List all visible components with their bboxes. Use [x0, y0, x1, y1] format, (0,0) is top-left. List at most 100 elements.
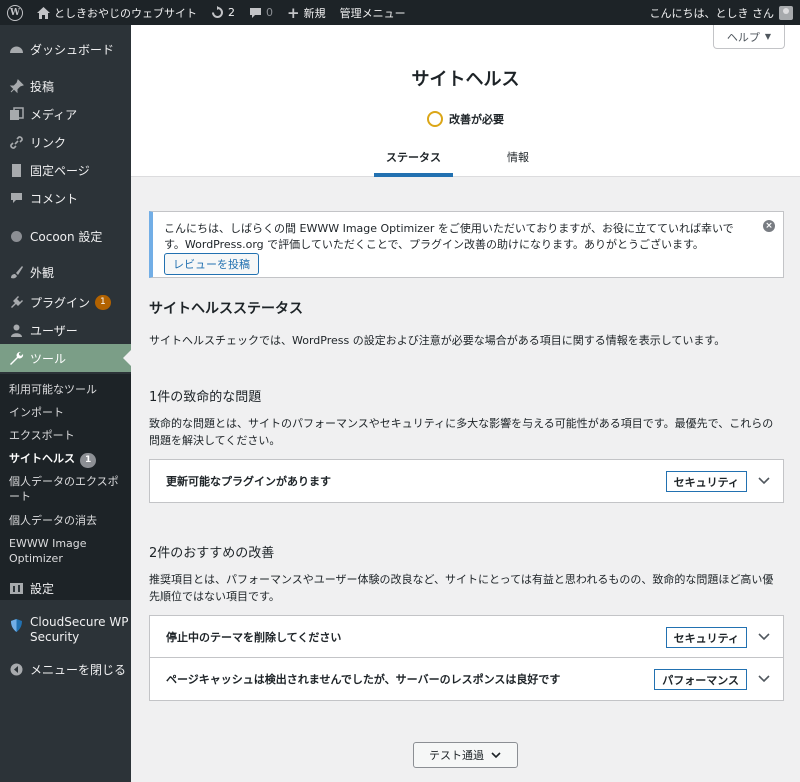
submenu-site-health[interactable]: サイトヘルス 1 — [9, 451, 127, 468]
media-icon — [8, 106, 24, 122]
passed-tests-button[interactable]: テスト通過 — [413, 742, 518, 768]
issue-row[interactable]: ページキャッシュは検出されませんでしたが、サーバーのレスポンスは良好です パフォ… — [150, 658, 783, 700]
site-health-header: ヘルプ ▼ サイトヘルス 改善が必要 ステータス 情報 — [131, 25, 800, 177]
status-label: 改善が必要 — [449, 113, 504, 126]
section-description: サイトヘルスチェックでは、WordPress の設定および注意が必要な場合がある… — [149, 334, 726, 347]
issue-badge: セキュリティ — [665, 471, 747, 492]
admin-bar: W としきおやじのウェブサイト 2 0 + 新規 管理メニュー こんにちは、とし… — [0, 0, 800, 25]
site-name: としきおやじのウェブサイト — [54, 6, 197, 20]
sidebar-item-pages[interactable]: 固定ページ — [0, 156, 131, 184]
caret-down-icon: ▼ — [764, 32, 772, 41]
sidebar-item-appearance[interactable]: 外観 — [0, 258, 131, 286]
submenu-export-personal-data[interactable]: 個人データのエクスポート — [9, 474, 119, 504]
sidebar-item-label: 外観 — [30, 265, 55, 280]
issue-row[interactable]: 停止中のテーマを削除してください セキュリティ — [150, 616, 783, 658]
plugins-count-badge: 1 — [95, 294, 111, 310]
passed-tests-label: テスト通過 — [429, 749, 484, 762]
submenu-site-health-label: サイトヘルス — [9, 452, 75, 465]
sidebar-item-label: ダッシュボード — [30, 42, 115, 57]
sidebar-item-label: メディア — [30, 107, 78, 122]
sidebar-item-tools[interactable]: ツール — [0, 344, 131, 372]
site-health-count-badge: 1 — [80, 453, 97, 468]
admin-menu-link[interactable]: 管理メニュー — [333, 0, 413, 25]
comment-bubble-icon — [249, 7, 262, 19]
dismiss-icon[interactable]: × — [763, 220, 775, 232]
pin-icon — [8, 78, 24, 94]
submenu-erase-personal-data[interactable]: 個人データの消去 — [9, 513, 127, 528]
health-status: 改善が必要 — [131, 111, 800, 127]
admin-menu-label: 管理メニュー — [339, 6, 406, 20]
greeting: こんにちは、としき さん — [649, 6, 775, 20]
new-content-link[interactable]: + 新規 — [280, 0, 333, 25]
notice-text: こんにちは、しばらくの間 EWWW Image Optimizer をご使用いた… — [164, 222, 734, 251]
recommended-title: 2件のおすすめの改善 — [149, 546, 275, 561]
submenu-export[interactable]: エクスポート — [9, 428, 127, 443]
sidebar-item-label: 設定 — [30, 581, 55, 596]
comments-count: 0 — [266, 6, 273, 19]
wrench-icon — [8, 350, 24, 366]
issue-badge: セキュリティ — [665, 627, 747, 648]
chevron-down-icon — [491, 752, 501, 759]
status-ring-icon — [427, 111, 443, 127]
critical-issues-description: 致命的な問題とは、サイトのパフォーマンスやセキュリティに多大な影響を与える可能性… — [149, 417, 774, 447]
link-icon — [8, 134, 24, 150]
recommended-description: 推奨項目とは、パフォーマンスやユーザー体験の改良など、サイトにとっては有益と思わ… — [149, 573, 774, 603]
wordpress-logo-icon: W — [7, 4, 23, 21]
avatar — [779, 5, 793, 20]
page-icon — [8, 162, 24, 178]
submenu-ewww[interactable]: EWWW Image Optimizer — [9, 536, 89, 566]
tab-info[interactable]: 情報 — [493, 149, 543, 177]
sidebar-item-settings[interactable]: 設定 — [0, 574, 131, 602]
sidebar-item-links[interactable]: リンク — [0, 128, 131, 156]
sidebar-item-comments[interactable]: コメント — [0, 184, 131, 212]
issue-badge: パフォーマンス — [654, 669, 747, 690]
chevron-down-icon — [758, 675, 770, 683]
sidebar-item-dashboard[interactable]: ダッシュボード — [0, 35, 131, 63]
updates-link[interactable]: 2 — [204, 0, 242, 25]
sidebar-item-posts[interactable]: 投稿 — [0, 72, 131, 100]
collapse-menu-button[interactable]: メニューを閉じる — [0, 655, 131, 683]
admin-sidebar: ダッシュボード 投稿 メディア リンク 固定ページ コメント Cocoon 設定… — [0, 25, 131, 782]
sidebar-item-media[interactable]: メディア — [0, 100, 131, 128]
sidebar-item-cloudsecure[interactable]: CloudSecure WP Security — [0, 615, 131, 651]
post-review-button[interactable]: レビューを投稿 — [164, 253, 259, 275]
sidebar-item-cocoon[interactable]: Cocoon 設定 — [0, 222, 131, 250]
sidebar-item-users[interactable]: ユーザー — [0, 316, 131, 344]
refresh-icon — [211, 6, 224, 19]
page-title: サイトヘルス — [411, 69, 520, 90]
wp-logo-menu[interactable]: W — [0, 0, 30, 25]
chevron-down-icon — [758, 633, 770, 641]
sidebar-item-label: コメント — [30, 191, 79, 206]
comment-icon — [8, 190, 24, 206]
circle-icon — [8, 228, 24, 244]
submenu-import[interactable]: インポート — [9, 405, 127, 420]
sidebar-item-plugins[interactable]: プラグイン 1 — [0, 288, 131, 316]
sidebar-item-label: 固定ページ — [30, 163, 90, 178]
comments-link[interactable]: 0 — [242, 0, 280, 25]
issue-row[interactable]: 更新可能なプラグインがあります セキュリティ — [150, 460, 783, 502]
sidebar-item-label: ユーザー — [30, 323, 78, 338]
account-menu[interactable]: こんにちは、としき さん — [643, 0, 800, 25]
submenu-available-tools[interactable]: 利用可能なツール — [9, 382, 127, 397]
user-icon — [8, 322, 24, 338]
collapse-icon — [8, 661, 24, 677]
sidebar-item-label: 投稿 — [30, 79, 55, 94]
settings-icon — [8, 580, 24, 596]
shield-icon — [8, 617, 24, 633]
sidebar-item-label: メニューを閉じる — [30, 662, 127, 677]
site-name-link[interactable]: としきおやじのウェブサイト — [30, 0, 204, 25]
sidebar-item-label: Cocoon 設定 — [30, 229, 103, 244]
tools-submenu: 利用可能なツール インポート エクスポート サイトヘルス 1 個人データのエクスポ… — [0, 374, 131, 600]
help-label: ヘルプ — [726, 30, 760, 44]
sidebar-item-label: プラグイン — [30, 295, 91, 310]
dashboard-icon — [8, 41, 24, 57]
sidebar-item-label: ツール — [30, 351, 67, 366]
sidebar-item-label: リンク — [30, 135, 67, 150]
brush-icon — [8, 264, 24, 280]
tab-status[interactable]: ステータス — [374, 149, 453, 177]
section-title: サイトヘルスステータス — [149, 301, 303, 317]
help-button[interactable]: ヘルプ ▼ — [713, 25, 785, 49]
new-label: 新規 — [303, 6, 326, 20]
plugin-icon — [8, 294, 24, 310]
issue-label: 停止中のテーマを削除してください — [166, 630, 342, 644]
